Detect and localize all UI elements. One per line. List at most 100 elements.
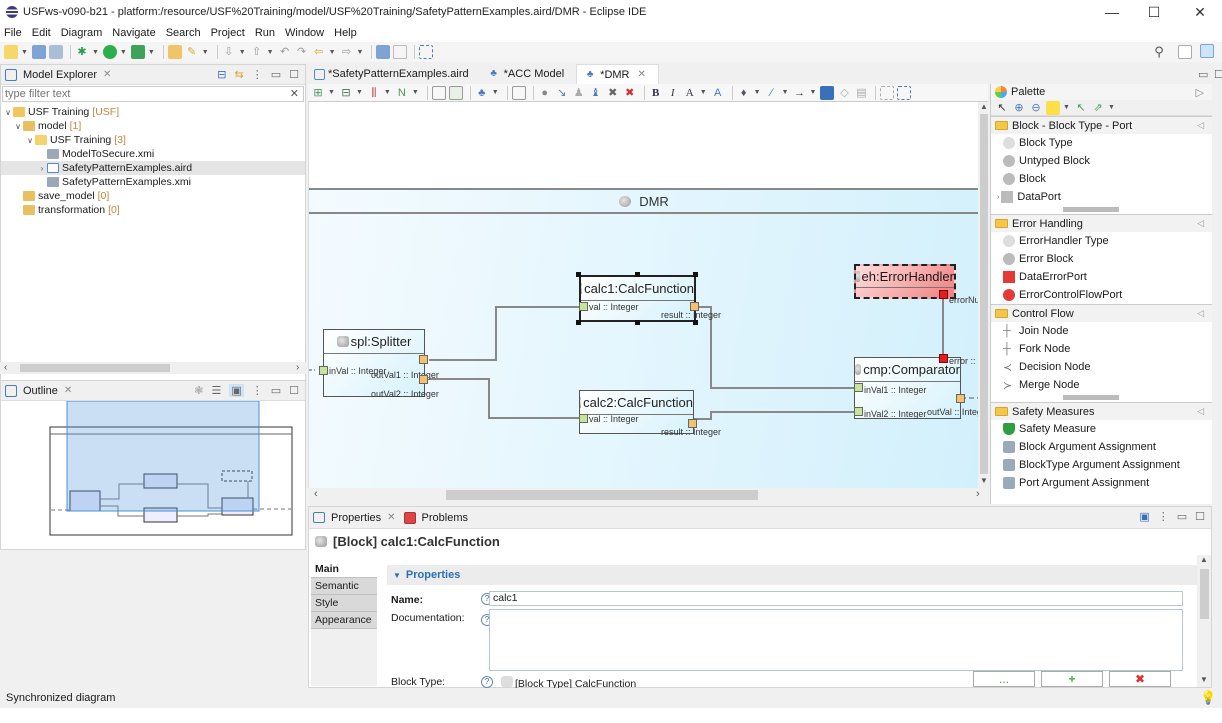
- scroll-down-icon[interactable]: ▼: [980, 476, 988, 485]
- close-view-icon[interactable]: ✕: [103, 69, 111, 80]
- tree-item[interactable]: SafetyPatternExamples.xmi: [1, 175, 305, 189]
- close-view-icon[interactable]: ✕: [387, 512, 395, 523]
- palette-item[interactable]: ≻ Merge Node: [991, 376, 1212, 394]
- name-field[interactable]: calc1: [489, 591, 1183, 606]
- minimize-view-icon[interactable]: ▭: [271, 384, 281, 397]
- select-icon[interactable]: [419, 45, 434, 59]
- connection-calc2-cmp[interactable]: [694, 411, 861, 420]
- port-val[interactable]: [579, 302, 588, 311]
- unpin-icon[interactable]: [448, 85, 463, 100]
- bold-icon[interactable]: B: [649, 86, 663, 100]
- minimize-button[interactable]: —: [1092, 0, 1132, 24]
- tab-appearance[interactable]: Appearance: [311, 612, 377, 629]
- selection-handle[interactable]: [576, 272, 581, 277]
- tree-item[interactable]: save_model [0]: [1, 189, 305, 203]
- scrollbar-thumb[interactable]: [446, 490, 758, 500]
- italic-icon[interactable]: I: [666, 86, 680, 100]
- remove-button[interactable]: ✖: [1109, 671, 1171, 687]
- tree-item[interactable]: ∨ model [1]: [1, 119, 305, 133]
- distribute-icon[interactable]: N: [395, 86, 409, 100]
- run-icon[interactable]: [102, 45, 117, 59]
- show-label-icon[interactable]: ♝: [589, 86, 603, 100]
- show-element-icon[interactable]: ●: [538, 86, 552, 100]
- palette-item[interactable]: ≺ Decision Node: [991, 358, 1212, 376]
- palette-item[interactable]: BlockType Argument Assignment: [991, 456, 1212, 474]
- palette-item[interactable]: ┼ Fork Node: [991, 340, 1212, 358]
- tree-item[interactable]: ∨ USF Training [3]: [1, 133, 305, 147]
- palette-item[interactable]: › DataPort: [991, 188, 1212, 206]
- close-button[interactable]: ✕: [1180, 0, 1220, 24]
- debug-icon[interactable]: ✱: [75, 45, 89, 59]
- palette-item[interactable]: DataErrorPort: [991, 268, 1212, 286]
- properties-section[interactable]: ▼ Properties: [387, 565, 1197, 585]
- filter-outline-icon[interactable]: ❃: [194, 384, 203, 397]
- select-tool-icon[interactable]: ↖: [995, 101, 1009, 115]
- drawer-scroll-thumb[interactable]: [1063, 207, 1119, 212]
- canvas-vertical-scrollbar[interactable]: ▲ ▼: [978, 102, 990, 488]
- menu-diagram[interactable]: Diagram: [61, 27, 103, 39]
- forward-icon[interactable]: ⇨: [340, 45, 354, 59]
- annotation-icon[interactable]: ⇩: [222, 45, 236, 59]
- pin-icon[interactable]: [431, 85, 446, 100]
- menu-help[interactable]: Help: [334, 27, 357, 39]
- scrollbar-thumb[interactable]: [1200, 569, 1209, 619]
- note-icon[interactable]: [1046, 100, 1060, 115]
- refresh-icon[interactable]: [511, 85, 526, 100]
- menu-run[interactable]: Run: [255, 27, 275, 39]
- pin-drawer-icon[interactable]: ◁: [1197, 120, 1204, 131]
- filter-input[interactable]: [5, 88, 275, 100]
- menu-search[interactable]: Search: [166, 27, 201, 39]
- view-menu-icon[interactable]: ⋮: [1158, 510, 1169, 523]
- save-all-icon[interactable]: [48, 45, 63, 59]
- delete-from-model-icon[interactable]: ✖: [623, 86, 637, 100]
- fill-color-icon[interactable]: ♦: [737, 86, 751, 100]
- line-style-icon[interactable]: →: [793, 86, 807, 100]
- connection-outval2-calc2[interactable]: [429, 378, 579, 419]
- palette-item[interactable]: Safety Measure: [991, 420, 1212, 438]
- drawer-header[interactable]: Error Handling ◁: [991, 215, 1212, 232]
- tree-item[interactable]: ModelToSecure.xmi: [1, 147, 305, 161]
- zoom-in-icon[interactable]: ⊕: [1012, 101, 1026, 115]
- palette-item[interactable]: Block Type: [991, 134, 1212, 152]
- minimize-view-icon[interactable]: ▭: [271, 68, 281, 81]
- copy-icon[interactable]: [393, 45, 408, 59]
- selection-handle[interactable]: [635, 272, 640, 277]
- tab-problems[interactable]: Problems: [422, 512, 468, 524]
- new-icon[interactable]: [4, 45, 18, 59]
- tab-semantic[interactable]: Semantic: [311, 578, 377, 595]
- selection-handle[interactable]: [576, 320, 581, 325]
- pen-icon[interactable]: ✎: [185, 45, 199, 59]
- close-view-icon[interactable]: ✕: [64, 385, 72, 396]
- collapse-all-icon[interactable]: ⊟: [217, 68, 226, 81]
- copy-format-icon[interactable]: ▤: [854, 86, 868, 100]
- tab-main[interactable]: Main: [311, 561, 377, 578]
- tab-style[interactable]: Style: [311, 595, 377, 612]
- tab-acc-model[interactable]: ♣ *ACC Model: [481, 64, 577, 84]
- properties-vertical-scrollbar[interactable]: ▲ ▼: [1197, 555, 1211, 687]
- drawer-header[interactable]: Safety Measures ◁: [991, 403, 1212, 420]
- minimize-view-icon[interactable]: ▭: [1177, 510, 1187, 523]
- palette-item[interactable]: Block: [991, 170, 1212, 188]
- model-explorer-tab[interactable]: Model Explorer ✕ ⊟ ⇆ ⋮ ▭ ☐: [1, 65, 305, 85]
- external-tools-icon[interactable]: [130, 45, 145, 59]
- modeling-perspective-icon[interactable]: [1200, 44, 1214, 58]
- select-all-icon[interactable]: [880, 85, 895, 100]
- palette-item[interactable]: Error Block: [991, 250, 1212, 268]
- hide-element-icon[interactable]: ↘: [555, 86, 569, 100]
- back-history-icon[interactable]: ↶: [278, 45, 292, 59]
- port-outval[interactable]: [956, 394, 965, 403]
- chevron-right-icon[interactable]: ›: [37, 164, 47, 173]
- clear-filter-icon[interactable]: ✕: [290, 87, 299, 100]
- port-outval1[interactable]: [419, 355, 428, 364]
- palette-item[interactable]: Untyped Block: [991, 152, 1212, 170]
- zoom-out-icon[interactable]: ⊖: [1029, 101, 1043, 115]
- tab-safetypatternexamples-aird[interactable]: *SafetyPatternExamples.aird: [308, 64, 481, 84]
- canvas-horizontal-scrollbar[interactable]: ‹ ›: [308, 488, 990, 502]
- port-inval2[interactable]: [854, 407, 863, 416]
- palette-item[interactable]: Port Argument Assignment: [991, 474, 1212, 492]
- maximize-view-icon[interactable]: ☐: [1195, 510, 1205, 523]
- minimize-editor-icon[interactable]: ▭: [1198, 68, 1208, 81]
- new-diagram-icon[interactable]: [376, 45, 391, 59]
- zoom-fit-icon[interactable]: [897, 85, 912, 100]
- layers-icon[interactable]: ♣: [475, 86, 489, 100]
